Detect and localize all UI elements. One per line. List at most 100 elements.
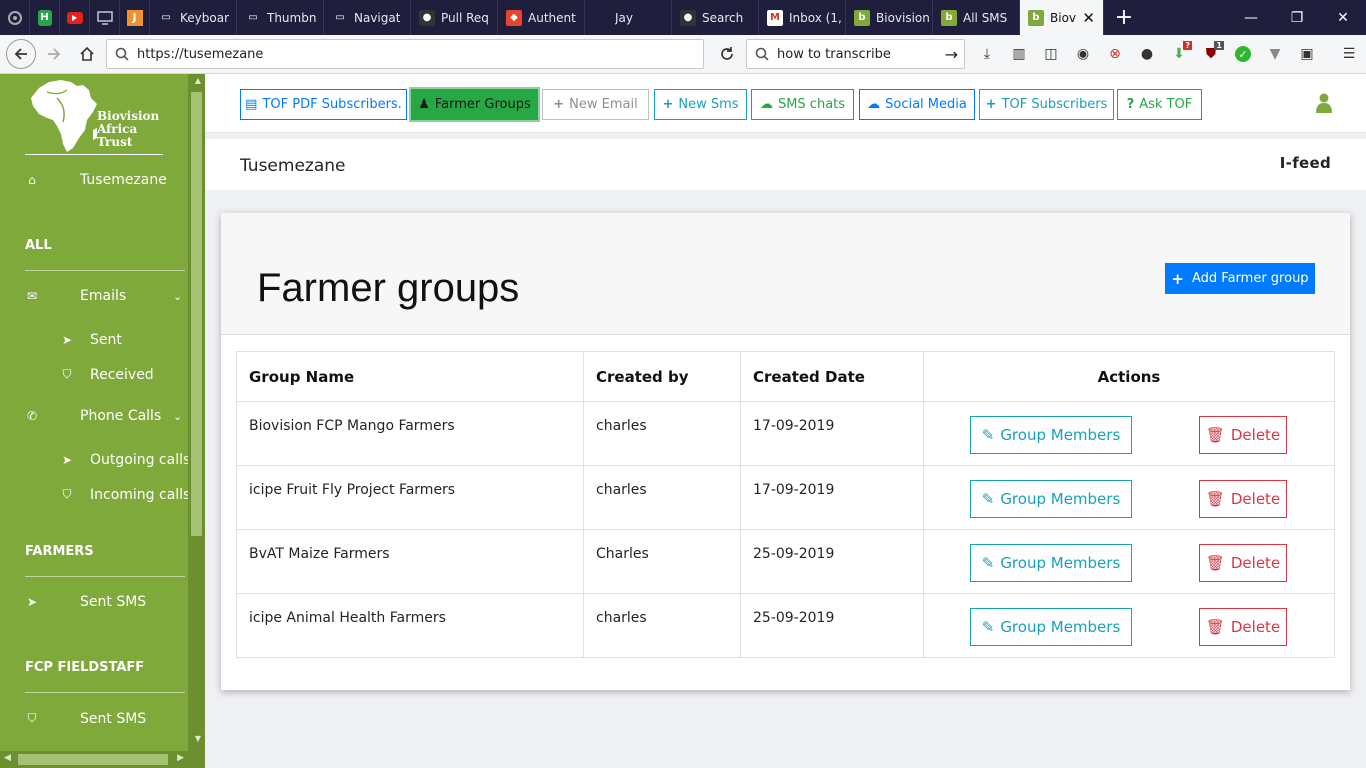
active-tab[interactable]: b Biovi ✕ — [1020, 0, 1104, 35]
browser-tab[interactable]: b Biovision — [846, 0, 933, 35]
scrollbar-thumb[interactable] — [191, 92, 202, 536]
scroll-right-icon[interactable]: ▶ — [177, 753, 184, 763]
restore-button[interactable]: ❐ — [1274, 0, 1320, 35]
group-members-button[interactable]: ✎ Group Members — [970, 416, 1132, 454]
forward-button[interactable] — [39, 39, 69, 69]
sidebar-divider — [25, 576, 185, 577]
sidebar-toggle-icon[interactable]: ◫ — [1036, 39, 1066, 69]
reload-button[interactable] — [712, 39, 742, 69]
new-sms-button[interactable]: + New Sms — [654, 89, 747, 120]
delete-button[interactable]: 🗑︎ Delete — [1199, 416, 1287, 454]
pinned-tab[interactable] — [0, 0, 30, 35]
inbox-icon: ⛉ — [62, 487, 72, 501]
search-icon — [115, 47, 129, 61]
user-icon[interactable] — [1315, 93, 1333, 113]
plus-icon: + — [553, 97, 565, 112]
table-row: Biovision FCP Mango Farmers charles 17-09-… — [236, 401, 1335, 466]
tof-pdf-subscribers-button[interactable]: ▤ TOF PDF Subscribers. — [240, 89, 407, 120]
scroll-left-icon[interactable]: ◀ — [4, 753, 11, 763]
sidebar-item-farmers-sent-sms[interactable]: ➤ Sent SMS — [25, 594, 146, 610]
pinned-tab[interactable] — [60, 0, 90, 35]
sidebar-item-sent[interactable]: ➤ Sent — [60, 332, 122, 348]
menu-icon[interactable]: ☰ — [1334, 39, 1364, 69]
sidebar-item-received[interactable]: ⛉ Received — [60, 367, 153, 383]
group-name-cell: Biovision FCP Mango Farmers — [236, 401, 584, 466]
group-members-button[interactable]: ✎ Group Members — [970, 608, 1132, 646]
delete-button[interactable]: 🗑︎ Delete — [1199, 480, 1287, 518]
social-media-button[interactable]: ☁ Social Media — [859, 89, 975, 120]
envelope-icon: ✉ — [26, 289, 38, 303]
scroll-down-icon[interactable]: ▼ — [195, 734, 201, 743]
browser-tab[interactable]: ● Search — [672, 0, 759, 35]
browser-tab[interactable]: ▭ Navigat — [324, 0, 411, 35]
browser-tab[interactable]: M Inbox (1, — [759, 0, 846, 35]
ublock-icon[interactable]: ⛊ 1 — [1196, 39, 1226, 69]
sidebar-vertical-scrollbar[interactable]: ▲ ▼ — [188, 74, 205, 768]
account-icon[interactable]: ◉ — [1068, 39, 1098, 69]
edit-icon: ✎ — [981, 426, 995, 444]
tab-title: Search — [702, 10, 744, 25]
new-tab-button[interactable]: + — [1104, 0, 1144, 35]
sidebar-item-outgoing-calls[interactable]: ➤ Outgoing calls — [60, 452, 190, 468]
browser-nav-bar: https://tusemezane how to transcribe → ⤓… — [0, 35, 1366, 74]
column-header: Actions — [923, 351, 1335, 402]
minimize-button[interactable]: — — [1228, 0, 1274, 35]
tab-title: Biovision — [876, 10, 930, 25]
pinned-tab[interactable] — [90, 0, 120, 35]
farmer-groups-table: Group Name Created by Created Date Actio… — [236, 351, 1335, 658]
back-button[interactable] — [6, 39, 36, 69]
camera-icon[interactable]: ▣ — [1292, 39, 1322, 69]
sidebar-item-emails[interactable]: ✉ Emails ⌄ — [25, 288, 182, 304]
browser-tab[interactable]: ◆ Authent — [498, 0, 585, 35]
tof-subscribers-button[interactable]: + TOF Subscribers — [979, 89, 1114, 120]
browser-tab[interactable]: ▭ Thumbn — [237, 0, 324, 35]
browser-tab[interactable]: ● Pull Req — [411, 0, 498, 35]
sidebar-item-phone-calls[interactable]: ✆ Phone Calls ⌄ — [25, 408, 182, 424]
created-date-cell: 25-09-2019 — [740, 529, 924, 594]
ask-tof-button[interactable]: ? Ask TOF — [1117, 89, 1202, 120]
browser-tab[interactable]: Jay — [585, 0, 672, 35]
browser-tab[interactable]: ▭ Keyboar — [150, 0, 237, 35]
new-email-button[interactable]: + New Email — [542, 89, 649, 120]
close-tab-icon[interactable]: ✕ — [1082, 9, 1095, 27]
sidebar-horizontal-scrollbar[interactable]: ◀ ▶ — [0, 751, 188, 768]
search-value: how to transcribe — [777, 46, 891, 62]
pinned-tab[interactable]: J — [120, 0, 150, 35]
delete-button[interactable]: 🗑︎ Delete — [1199, 544, 1287, 582]
group-members-button[interactable]: ✎ Group Members — [970, 480, 1132, 518]
library-icon[interactable]: ▥ — [1004, 39, 1034, 69]
browser-tab[interactable]: b All SMS — [933, 0, 1020, 35]
home-button[interactable] — [72, 39, 102, 69]
check-icon[interactable]: ✓ — [1228, 39, 1258, 69]
sidebar-item-home[interactable]: ⌂ Tusemezane — [25, 172, 167, 188]
lock-ext-icon[interactable]: ● — [1132, 39, 1162, 69]
scrollbar-thumb[interactable] — [18, 754, 168, 765]
trash-icon: 🗑︎ — [1205, 490, 1225, 508]
group-members-button[interactable]: ✎ Group Members — [970, 544, 1132, 582]
brand-label[interactable]: I-feed — [1280, 154, 1331, 172]
sidebar-item-incoming-calls[interactable]: ⛉ Incoming calls — [60, 487, 190, 503]
delete-button[interactable]: 🗑︎ Delete — [1199, 608, 1287, 646]
pinned-tab[interactable]: H — [30, 0, 60, 35]
farmer-groups-card: Farmer groups + Add Farmer group Group N… — [221, 213, 1350, 690]
extension-icon[interactable]: ⬇? — [1164, 39, 1194, 69]
sms-chats-button[interactable]: ☁ SMS chats — [751, 89, 854, 120]
search-bar[interactable]: how to transcribe → — [746, 39, 965, 69]
tab-title: Jay — [615, 10, 633, 25]
add-farmer-group-button[interactable]: + Add Farmer group — [1165, 263, 1315, 294]
download-icon[interactable]: ⤓ — [972, 39, 1002, 69]
tab-title: Thumbn — [267, 10, 317, 25]
scroll-up-icon[interactable]: ▲ — [195, 76, 201, 85]
window-close-button[interactable]: ✕ — [1320, 0, 1366, 35]
search-go-icon[interactable]: → — [945, 45, 958, 64]
url-bar[interactable]: https://tusemezane — [106, 39, 704, 69]
tab-title: Inbox (1, — [789, 10, 842, 25]
vue-icon[interactable]: ▼ — [1260, 39, 1290, 69]
action-bar: ▤ TOF PDF Subscribers. ♟ Farmer Groups +… — [205, 74, 1366, 133]
tab-title: Navigat — [354, 10, 401, 25]
plus-icon: + — [1171, 269, 1184, 288]
created-date-cell: 25-09-2019 — [740, 593, 924, 658]
blocker-icon[interactable]: ⊗ — [1100, 39, 1130, 69]
sidebar-item-fcp-sent-sms[interactable]: ⛉ Sent SMS — [25, 711, 146, 727]
farmer-groups-button[interactable]: ♟ Farmer Groups — [411, 89, 538, 120]
